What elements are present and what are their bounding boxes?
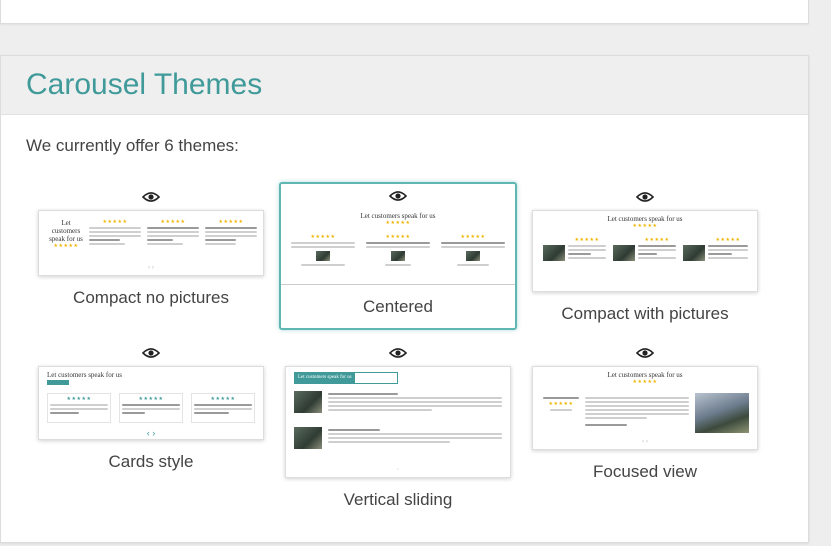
theme-vertical-sliding[interactable]: Let customers speak for us ◦ Vertical sl… <box>285 347 511 510</box>
themes-intro: We currently offer 6 themes: <box>26 136 239 155</box>
thumb-stars: ★★★★★ <box>460 234 486 240</box>
theme-thumbnail[interactable]: Let customers speak for us ★★★★★ ★★★★★ ★… <box>532 210 758 292</box>
panel-header: Carousel Themes <box>1 56 808 115</box>
previous-panel <box>0 0 809 24</box>
theme-focused-view[interactable]: Let customers speak for us ★★★★★ ★★★★★ ‹… <box>532 347 758 482</box>
eye-icon[interactable] <box>636 191 654 203</box>
theme-thumbnail[interactable]: Let customers speak for us ◦ <box>285 366 511 478</box>
theme-label: Vertical sliding <box>343 490 453 509</box>
theme-label: Compact no pictures <box>73 288 229 307</box>
thumb-stars: ★★★★★ <box>310 234 336 240</box>
thumb-stars: ★★★★★ <box>548 401 574 407</box>
theme-label: Focused view <box>593 462 697 481</box>
thumb-heading: Let customers speak for us <box>49 219 83 243</box>
carousel-themes-panel: Carousel Themes We currently offer 6 the… <box>0 55 809 543</box>
thumb-stars: ★★★★★ <box>160 219 186 225</box>
thumb-stars: ★★★★★ <box>632 223 658 229</box>
thumb-stars: ★★★★★ <box>66 396 92 402</box>
thumb-heading: Let customers speak for us <box>607 215 683 223</box>
eye-icon[interactable] <box>636 347 654 359</box>
thumb-stars: ★★★★★ <box>138 396 164 402</box>
thumb-stars: ★★★★★ <box>102 219 128 225</box>
thumb-stars: ★★★★★ <box>385 220 411 226</box>
panel-title: Carousel Themes <box>26 68 263 101</box>
eye-icon[interactable] <box>389 347 407 359</box>
thumb-stars: ★★★★★ <box>210 396 236 402</box>
theme-compact-with-pictures[interactable]: Let customers speak for us ★★★★★ ★★★★★ ★… <box>532 191 758 324</box>
thumb-stars: ★★★★★ <box>574 237 600 243</box>
thumb-heading: Let customers speak for us <box>360 212 436 220</box>
thumb-heading: Let customers speak for us <box>295 373 355 383</box>
theme-centered[interactable]: Let customers speak for us ★★★★★ ★★★★★ ★… <box>279 182 517 330</box>
thumb-heading: Let customers speak for us <box>47 371 123 379</box>
eye-icon[interactable] <box>389 190 407 202</box>
eye-icon[interactable] <box>142 347 160 359</box>
theme-thumbnail[interactable]: Let customers speak for us ★★★★★ ★★★★★ ★… <box>38 210 264 276</box>
theme-thumbnail[interactable]: Let customers speak for us ★★★★★ ★★★★★ ★… <box>281 206 515 285</box>
theme-compact-no-pictures[interactable]: Let customers speak for us ★★★★★ ★★★★★ ★… <box>38 191 264 308</box>
theme-thumbnail[interactable]: Let customers speak for us ★★★★★ ★★★★★ ‹… <box>532 366 758 450</box>
theme-cards-style[interactable]: Let customers speak for us ★★★★★ ★★★★★ ★… <box>38 347 264 472</box>
thumb-stars: ★★★★★ <box>53 243 79 249</box>
theme-label: Compact with pictures <box>561 304 729 323</box>
theme-thumbnail[interactable]: Let customers speak for us ★★★★★ ★★★★★ ★… <box>38 366 264 440</box>
thumb-stars: ★★★★★ <box>644 237 670 243</box>
thumb-stars: ★★★★★ <box>632 379 658 385</box>
thumb-stars: ★★★★★ <box>218 219 244 225</box>
thumb-stars: ★★★★★ <box>385 234 411 240</box>
thumb-stars: ★★★★★ <box>715 237 741 243</box>
thumb-heading: Let customers speak for us <box>607 371 683 379</box>
eye-icon[interactable] <box>142 191 160 203</box>
theme-label: Cards style <box>108 452 194 471</box>
theme-label: Centered <box>363 297 433 316</box>
